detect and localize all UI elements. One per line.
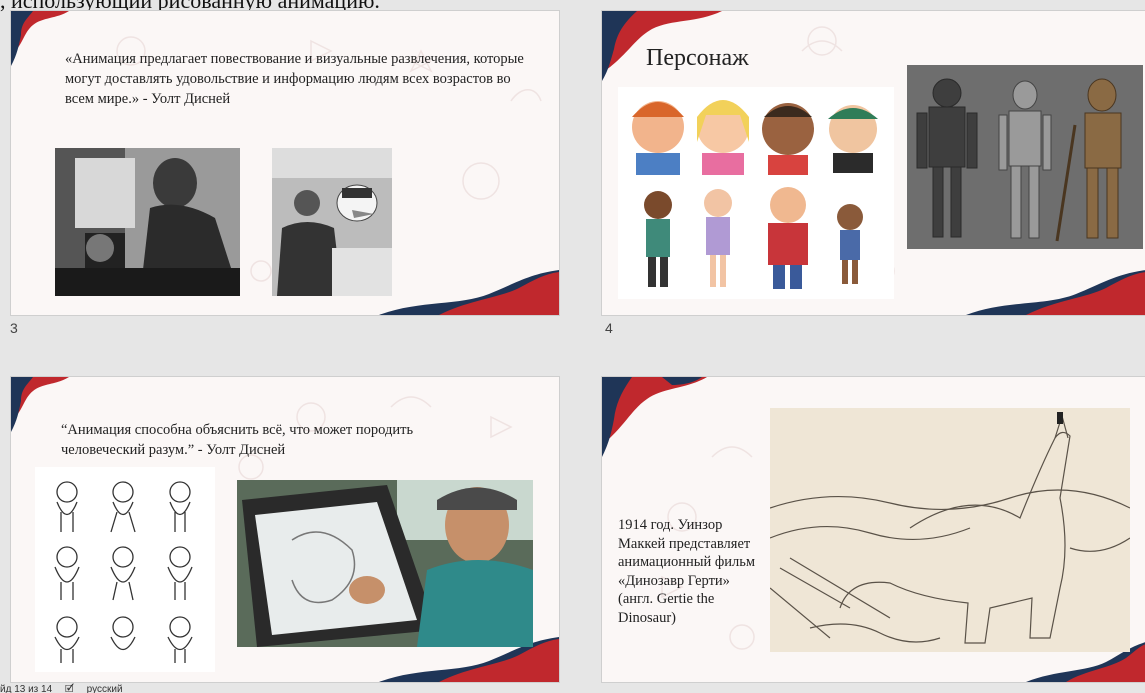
disney-quote-text: «Анимация предлагает повествование и виз…	[65, 51, 524, 107]
disney-quote-text: “Анимация способна объяснить всё, что мо…	[61, 422, 414, 458]
walt-disney-with-donald-duck-photo	[272, 148, 392, 296]
gertie-dinosaur-caption: 1914 год. Уинзор Маккей представляет ани…	[618, 517, 756, 626]
slide-counter: йд 13 из 14	[0, 684, 53, 693]
mouse-character-sketches-image	[35, 467, 215, 672]
slide-thumbnail-3[interactable]: «Анимация предлагает повествование и виз…	[10, 10, 560, 316]
slide-title: Персонаж	[646, 45, 749, 71]
cartoon-children-characters-image	[618, 87, 894, 299]
red-navy-wave-bottom-right	[379, 270, 559, 315]
steampunk-robot-concepts-image	[907, 65, 1143, 249]
red-navy-wave-top-left	[602, 377, 707, 457]
status-bar: йд 13 из 14 🗹 русский	[0, 683, 1145, 693]
slide-thumbnail-6[interactable]: 1914 год. Уинзор Маккей представляет ани…	[601, 376, 1145, 683]
gertie-dinosaur-drawing-image	[770, 408, 1130, 652]
walt-disney-at-microscope-photo	[55, 148, 240, 296]
slide-number-3: 3	[10, 320, 18, 336]
slide-number-4: 4	[605, 320, 613, 336]
slide-thumbnail-4[interactable]: Персонаж	[601, 10, 1145, 316]
slide-thumbnail-5[interactable]: “Анимация способна объяснить всё, что мо…	[10, 376, 560, 683]
spellcheck-icon[interactable]: 🗹	[65, 684, 74, 693]
animator-drawing-on-tablet-photo	[237, 480, 533, 647]
language-indicator[interactable]: русский	[87, 684, 123, 693]
red-navy-wave-bottom-right	[966, 270, 1145, 315]
